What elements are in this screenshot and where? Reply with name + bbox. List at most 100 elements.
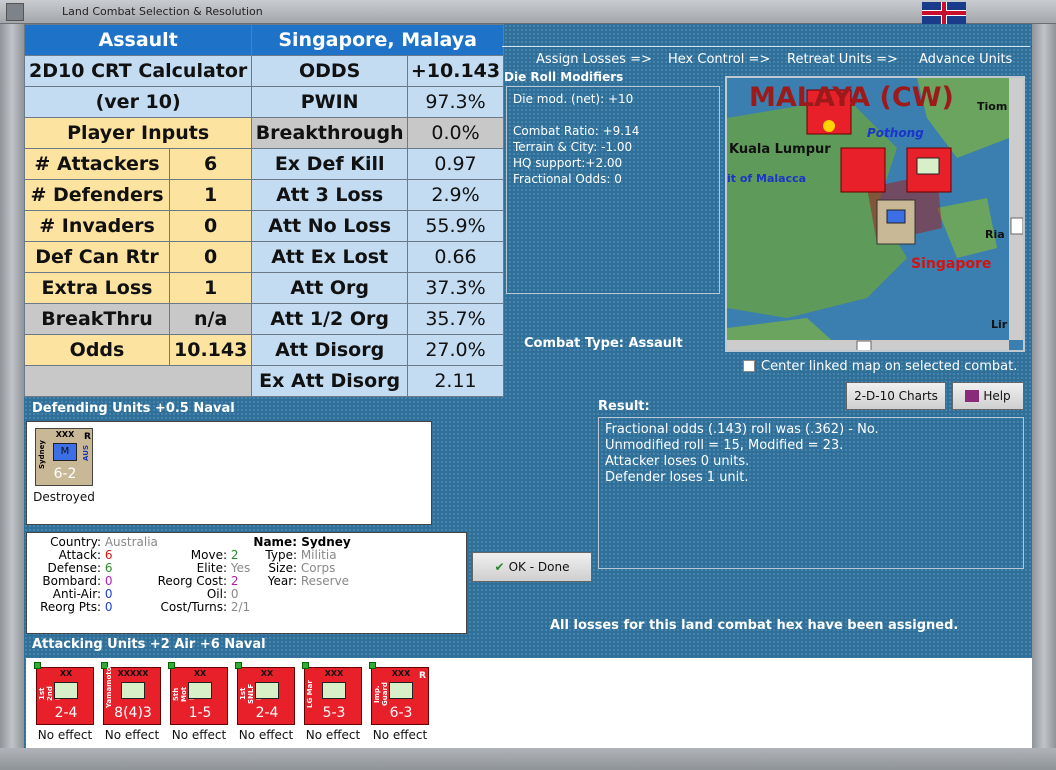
marine-symbol-icon: [255, 682, 279, 699]
input-value[interactable]: 1: [169, 179, 253, 211]
map-label-malacca: it of Malacca: [727, 172, 807, 185]
result-title: Result:: [598, 399, 650, 414]
militia-symbol-icon: M: [53, 443, 77, 461]
map-label-kuala-lumpur: Kuala Lumpur: [729, 142, 831, 157]
attacker-status: No effect: [372, 728, 428, 742]
info-bombard: 0: [104, 574, 113, 588]
info-attack: 6: [104, 548, 113, 562]
input-value[interactable]: 6: [169, 148, 253, 180]
unit-size: XX: [59, 669, 73, 678]
empty-cell: [23, 365, 253, 397]
info-defense: 6: [104, 561, 113, 575]
info-type: Militia: [300, 548, 337, 562]
all-losses-message: All losses for this land combat hex have…: [550, 618, 959, 633]
attacker-unit[interactable]: XX 1st 2nd Div 2-4: [34, 662, 94, 725]
input-value[interactable]: 1: [169, 272, 253, 304]
hex-control-button[interactable]: Hex Control =>: [668, 52, 770, 67]
window-menu-icon[interactable]: [6, 3, 24, 21]
input-value[interactable]: 0: [169, 241, 253, 273]
unit-pip: [369, 662, 376, 669]
result-value: 27.0%: [407, 334, 504, 366]
info-key: Bombard:: [42, 574, 101, 588]
unit-info-panel: Country: Australia Attack: 6 Defense: 6 …: [26, 532, 467, 634]
info-key: Defense:: [47, 561, 101, 575]
attacker-unit[interactable]: XXXXX Yamamoto 8(4)3: [101, 662, 161, 725]
unit-strength: 2-4: [255, 705, 279, 721]
unit-size: XX: [260, 669, 274, 678]
result-line: Fractional odds (.143) roll was (.362) -…: [605, 422, 879, 437]
result-value: 37.3%: [407, 272, 504, 304]
input-label: # Invaders: [23, 210, 171, 242]
result-label: Ex Def Kill: [251, 148, 408, 180]
unit-strength: 6-3: [389, 705, 413, 721]
defender-status: Destroyed: [33, 490, 95, 504]
advance-units-button[interactable]: Advance Units: [919, 52, 1012, 67]
unit-name: 5th Mot Div: [172, 686, 196, 702]
drm-line: Die mod. (net): +10: [513, 92, 634, 106]
result-line: Attacker loses 0 units.: [605, 454, 750, 469]
result-label: Att Ex Lost: [251, 241, 408, 273]
result-label: PWIN: [251, 86, 408, 118]
retreat-units-button[interactable]: Retreat Units =>: [787, 52, 898, 67]
attacker-unit[interactable]: XX 5th Mot Div 1-5: [168, 662, 228, 725]
result-label: Att 1/2 Org: [251, 303, 408, 335]
die-roll-modifiers: Die mod. (net): +10 Combat Ratio: +9.14 …: [506, 86, 720, 294]
attacker-status: No effect: [37, 728, 93, 742]
linked-map[interactable]: MALAYA (CW) Kuala Lumpur Pothong it of M…: [725, 76, 1025, 352]
charts-button[interactable]: 2-D-10 Charts: [846, 382, 946, 410]
right-border: [1032, 24, 1056, 770]
defending-units-title: Defending Units +0.5 Naval: [32, 401, 235, 416]
unit-strength: 5-3: [322, 705, 346, 721]
attacking-units-title: Attacking Units +2 Air +6 Naval: [32, 637, 266, 652]
attacker-status: No effect: [238, 728, 294, 742]
center-map-checkbox[interactable]: [743, 360, 755, 372]
attacker-unit[interactable]: XX 1st SNLF Div2-4: [235, 662, 295, 725]
combat-type: Combat Type: Assault: [524, 336, 683, 351]
info-move: 2: [230, 548, 239, 562]
unit-name: LG Mar: [306, 680, 314, 708]
info-country: Australia: [104, 535, 158, 549]
result-value: 35.7%: [407, 303, 504, 335]
unit-strength: 8(4)3: [114, 705, 152, 721]
unit-name: Imp. Guard: [373, 682, 389, 706]
defender-unit[interactable]: XXX Sydney M R AUS 6-2: [35, 428, 93, 486]
result-label: Ex Att Disorg: [251, 365, 408, 397]
map-label-singapore: Singapore: [911, 256, 992, 272]
map-label-tiom: Tiom: [977, 100, 1008, 113]
info-antiair: 0: [104, 587, 113, 601]
result-label: Att Org: [251, 272, 408, 304]
unit-size: XXX: [324, 669, 344, 678]
unit-nation: AUS: [82, 445, 90, 461]
result-value: 0.66: [407, 241, 504, 273]
unit-pip: [302, 662, 309, 669]
calc-version: (ver 10): [23, 86, 253, 118]
input-value[interactable]: 0: [169, 210, 253, 242]
attacker-unit[interactable]: XXX LG Mar 5-3: [302, 662, 362, 725]
unit-name: 1st SNLF Div: [239, 683, 263, 705]
result-label: ODDS: [251, 55, 408, 87]
result-line: Defender loses 1 unit.: [605, 470, 749, 485]
unit-name: Sydney: [38, 440, 46, 469]
unit-pip: [34, 662, 41, 669]
assign-losses-button[interactable]: Assign Losses =>: [536, 52, 652, 67]
info-key: Attack:: [58, 548, 101, 562]
center-map-option[interactable]: Center linked map on selected combat.: [743, 359, 1017, 374]
input-value: n/a: [169, 303, 253, 335]
result-value: 2.11: [407, 365, 504, 397]
ok-done-button[interactable]: ✔ OK - Done: [472, 552, 592, 582]
info-oil: 0: [230, 587, 239, 601]
combat-type-header: Assault: [23, 24, 253, 56]
drm-line: Terrain & City: -1.00: [513, 140, 633, 154]
unit-pip: [235, 662, 242, 669]
drm-line: [513, 107, 713, 123]
result-value: 0.0%: [407, 117, 504, 149]
help-button[interactable]: Help: [952, 382, 1024, 410]
attacker-unit[interactable]: XXX Imp. Guard R 6-3: [369, 662, 429, 725]
map-title: MALAYA (CW): [749, 82, 954, 113]
attacking-units-box: XX1st 2nd Div2-4 No effect XXXXXYamamoto…: [26, 658, 1032, 748]
help-book-icon: [965, 390, 980, 402]
center-map-label: Center linked map on selected combat.: [761, 359, 1018, 374]
marine-symbol-icon: [322, 682, 346, 699]
unit-res: R: [84, 432, 91, 442]
attacker-status: No effect: [104, 728, 160, 742]
